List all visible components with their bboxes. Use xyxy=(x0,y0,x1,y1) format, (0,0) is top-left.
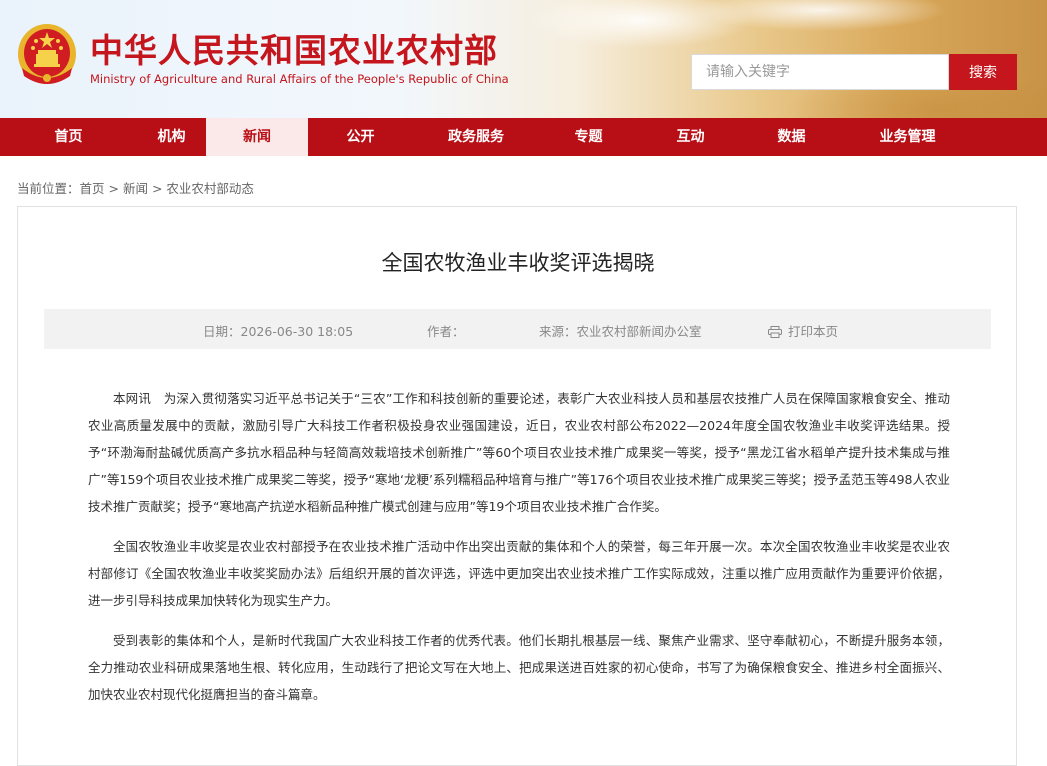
nav-item-organization[interactable]: 机构 xyxy=(137,118,206,156)
print-label: 打印本页 xyxy=(788,324,839,339)
nav-item-data[interactable]: 数据 xyxy=(743,118,840,156)
breadcrumb-separator: > xyxy=(104,181,123,196)
article-title: 全国农牧渔业丰收奖评选揭晓 xyxy=(381,251,655,275)
author-label: 作者： xyxy=(427,324,465,339)
nav-item-home[interactable]: 首页 xyxy=(0,118,137,156)
date-value: 2026-06-30 18:05 xyxy=(240,324,354,339)
site-subtitle: Ministry of Agriculture and Rural Affair… xyxy=(90,72,509,86)
breadcrumb-separator: > xyxy=(147,181,167,196)
article-paragraph: 受到表彰的集体和个人，是新时代我国广大农业科技工作者的优秀代表。他们长期扎根基层… xyxy=(88,633,950,702)
nav-item-news[interactable]: 新闻 xyxy=(206,118,308,156)
article-paragraph: 全国农牧渔业丰收奖是农业农村部授予在农业技术推广活动中作出突出贡献的集体和个人的… xyxy=(88,539,950,608)
article-body: 本网讯 为深入贯彻落实习近平总书记关于“三农”工作和科技创新的重要论述，表彰广大… xyxy=(88,385,950,721)
source-value: 农业农村部新闻办公室 xyxy=(576,324,702,339)
breadcrumb-link-ministry-news[interactable]: 农业农村部动态 xyxy=(166,181,254,196)
nav-item-government-services[interactable]: 政务服务 xyxy=(413,118,539,156)
nav-item-public[interactable]: 公开 xyxy=(308,118,413,156)
print-button[interactable]: 打印本页 xyxy=(768,321,838,340)
breadcrumb-link-news[interactable]: 新闻 xyxy=(123,181,148,196)
nav-item-interaction[interactable]: 互动 xyxy=(638,118,743,156)
breadcrumb-prefix: 当前位置： xyxy=(17,181,80,196)
breadcrumb: 当前位置：首页 > 新闻 > 农业农村部动态 xyxy=(17,178,254,197)
article-date: 日期：2026-06-30 18:05 xyxy=(203,321,353,340)
article-source: 来源：农业农村部新闻办公室 xyxy=(539,321,702,340)
printer-icon xyxy=(768,326,782,338)
site-title[interactable]: 中华人民共和国农业农村部 xyxy=(90,24,498,72)
site-header: 中华人民共和国农业农村部 Ministry of Agriculture and… xyxy=(0,0,1047,118)
article-panel: 全国农牧渔业丰收奖评选揭晓 日期：2026-06-30 18:05 作者： 来源… xyxy=(17,206,1017,766)
date-label: 日期： xyxy=(203,324,241,339)
article-meta-bar: 日期：2026-06-30 18:05 作者： 来源：农业农村部新闻办公室 打印… xyxy=(44,309,991,349)
nav-item-topics[interactable]: 专题 xyxy=(539,118,638,156)
breadcrumb-link-home[interactable]: 首页 xyxy=(80,181,105,196)
article-paragraph: 本网讯 为深入贯彻落实习近平总书记关于“三农”工作和科技创新的重要论述，表彰广大… xyxy=(88,391,950,514)
source-label: 来源： xyxy=(539,324,577,339)
nav-item-business-management[interactable]: 业务管理 xyxy=(840,118,975,156)
main-nav: 首页 机构 新闻 公开 政务服务 专题 互动 数据 业务管理 xyxy=(0,118,1047,156)
national-emblem-icon[interactable] xyxy=(16,22,78,88)
search-button[interactable]: 搜索 xyxy=(949,54,1017,90)
search-input[interactable] xyxy=(691,54,949,90)
article-author: 作者： xyxy=(427,321,465,340)
